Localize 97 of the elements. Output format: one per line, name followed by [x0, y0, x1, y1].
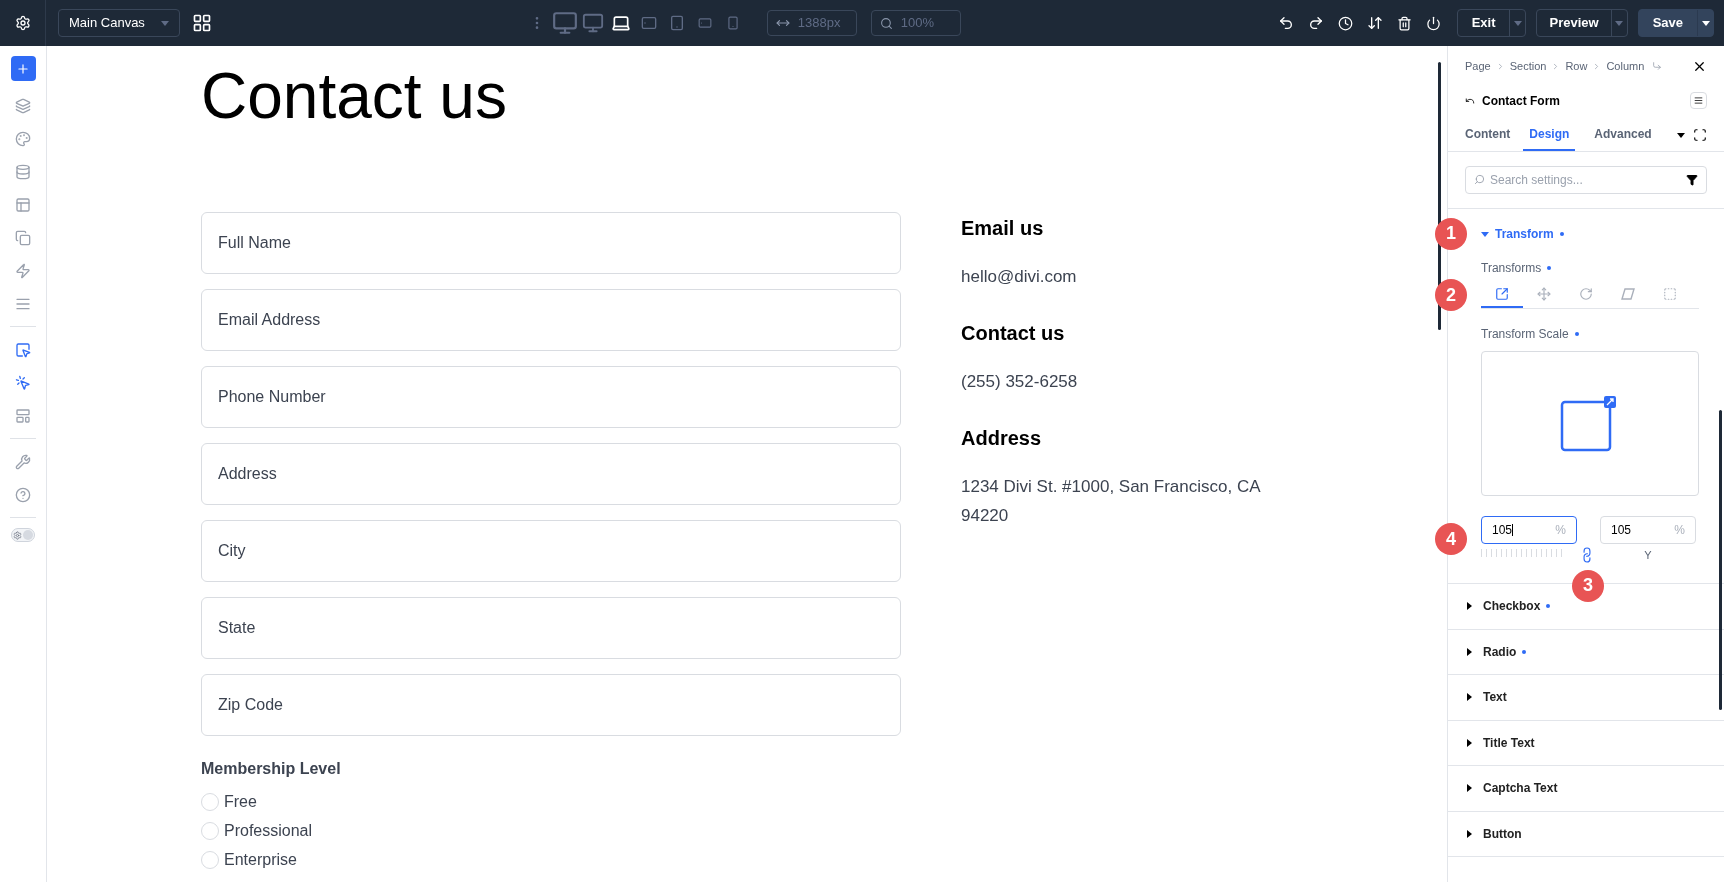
caret-icon — [1465, 738, 1473, 747]
group-label: Transforms — [1481, 259, 1542, 277]
panel-tab[interactable]: Design — [1523, 119, 1576, 151]
scrollbar[interactable] — [1719, 410, 1722, 710]
canvas-select[interactable]: Main Canvas — [58, 9, 180, 37]
corner-arrow-icon — [1652, 61, 1663, 72]
section-title[interactable]: Transform — [1495, 224, 1554, 243]
breadcrumb-link[interactable]: Page — [1465, 58, 1491, 75]
options-icon — [1694, 96, 1703, 105]
caret-icon — [1465, 602, 1473, 611]
filter-icon[interactable] — [1686, 173, 1698, 186]
back-icon[interactable] — [1465, 95, 1475, 106]
caret-icon — [1513, 19, 1522, 27]
search-field[interactable]: Search settings... — [1490, 170, 1681, 189]
caret-icon — [1465, 693, 1473, 702]
bolt-icon[interactable] — [15, 262, 31, 279]
fullscreen-icon[interactable] — [1693, 128, 1707, 142]
module-title: Contact Form — [1482, 92, 1560, 110]
caret-icon — [1465, 784, 1473, 793]
parallelogram-icon — [1621, 287, 1635, 301]
breadcrumb-link[interactable]: Row — [1565, 58, 1588, 75]
breadcrumb-link[interactable]: Section — [1509, 58, 1547, 75]
info-heading: Contact us — [961, 321, 1066, 345]
section-title[interactable]: Checkbox — [1483, 597, 1541, 616]
layout-preview-icon[interactable] — [15, 407, 31, 424]
step-badge: 1 — [1435, 217, 1467, 250]
scale-x-field[interactable]: 105 % — [1481, 515, 1577, 544]
toggle-knob — [23, 530, 33, 540]
settings-icon[interactable] — [14, 15, 31, 31]
power-icon[interactable] — [1425, 15, 1441, 31]
info-text: 1234 Divi St. #1000, San Francisco, CA 94220 — [961, 476, 1261, 527]
caret-icon — [1615, 19, 1624, 27]
axis-label: Y — [1643, 547, 1653, 563]
dropdown-toggle[interactable] — [1697, 10, 1713, 36]
caret-icon — [1677, 131, 1685, 139]
section-title[interactable]: Text — [1483, 688, 1507, 707]
step-badge: 2 — [1435, 279, 1467, 311]
help-icon[interactable] — [15, 486, 31, 503]
undo-icon[interactable] — [1277, 15, 1294, 31]
scale-y-field[interactable]: 105 % — [1600, 515, 1696, 544]
redo-icon[interactable] — [1307, 15, 1324, 31]
section-title[interactable]: Title Text — [1483, 733, 1535, 752]
tools-icon[interactable] — [15, 453, 31, 470]
search-icon — [879, 16, 893, 30]
radio-option[interactable]: Professional — [201, 821, 901, 841]
translate-icon — [1537, 287, 1551, 301]
add-button[interactable] — [10, 56, 36, 81]
select-group-icon[interactable] — [15, 374, 31, 391]
form-field[interactable]: Email Address — [201, 289, 901, 351]
rotate-icon — [1579, 287, 1593, 301]
sort-icon[interactable] — [1366, 15, 1383, 31]
device-icon[interactable] — [610, 13, 631, 33]
form-field[interactable]: Phone Number — [201, 366, 901, 428]
grid-icon[interactable] — [192, 13, 212, 33]
panel-tab[interactable]: Content — [1465, 119, 1511, 151]
panel-tab[interactable]: Advanced — [1594, 119, 1652, 151]
options-button[interactable] — [1690, 92, 1707, 109]
caret-icon — [161, 19, 169, 27]
radio-option[interactable]: Free — [201, 792, 901, 812]
layers-icon[interactable] — [15, 97, 31, 114]
database-icon[interactable] — [15, 163, 31, 180]
caret-icon — [1465, 647, 1473, 656]
caret-icon — [1465, 829, 1473, 838]
form-field[interactable]: State — [201, 597, 901, 659]
gear-icon — [13, 530, 22, 540]
search-bar[interactable]: Search settings... — [1465, 165, 1707, 194]
step-badge: 3 — [1572, 569, 1604, 602]
plus-icon — [16, 61, 30, 76]
theme-icon[interactable] — [15, 130, 31, 147]
section-title[interactable]: Radio — [1483, 642, 1517, 661]
caret-icon — [1481, 229, 1489, 238]
breadcrumb-link[interactable]: Column — [1606, 58, 1645, 75]
form-field[interactable]: Address — [201, 443, 901, 505]
section-title[interactable]: Button — [1483, 824, 1522, 843]
section-title[interactable]: Captcha Text — [1483, 779, 1558, 798]
history-icon[interactable] — [1337, 15, 1353, 31]
origin-icon — [1663, 287, 1677, 301]
search-icon — [1474, 174, 1485, 185]
trash-icon[interactable] — [1396, 15, 1412, 31]
radio-option[interactable]: Enterprise — [201, 850, 901, 870]
group-label: Transform Scale — [1481, 325, 1569, 343]
info-heading: Address — [961, 426, 1043, 450]
toggle-switch[interactable] — [11, 528, 35, 542]
scale-icon — [1495, 287, 1509, 301]
membership-label: Membership Level — [201, 759, 342, 779]
form-field[interactable]: Zip Code — [201, 674, 901, 736]
info-heading: Email us — [961, 216, 1045, 240]
form-field[interactable]: City — [201, 520, 901, 582]
widget-icon[interactable] — [15, 196, 31, 213]
caret-icon — [1701, 19, 1710, 27]
select-icon[interactable] — [15, 341, 31, 358]
form-field[interactable]: Full Name — [201, 212, 901, 274]
step-badge: 4 — [1435, 523, 1467, 556]
info-text: (255) 352-6258 — [961, 371, 1079, 393]
page-heading: Contact us — [201, 59, 508, 134]
pages-icon[interactable] — [15, 229, 31, 246]
info-text: hello@divi.com — [961, 266, 1078, 288]
